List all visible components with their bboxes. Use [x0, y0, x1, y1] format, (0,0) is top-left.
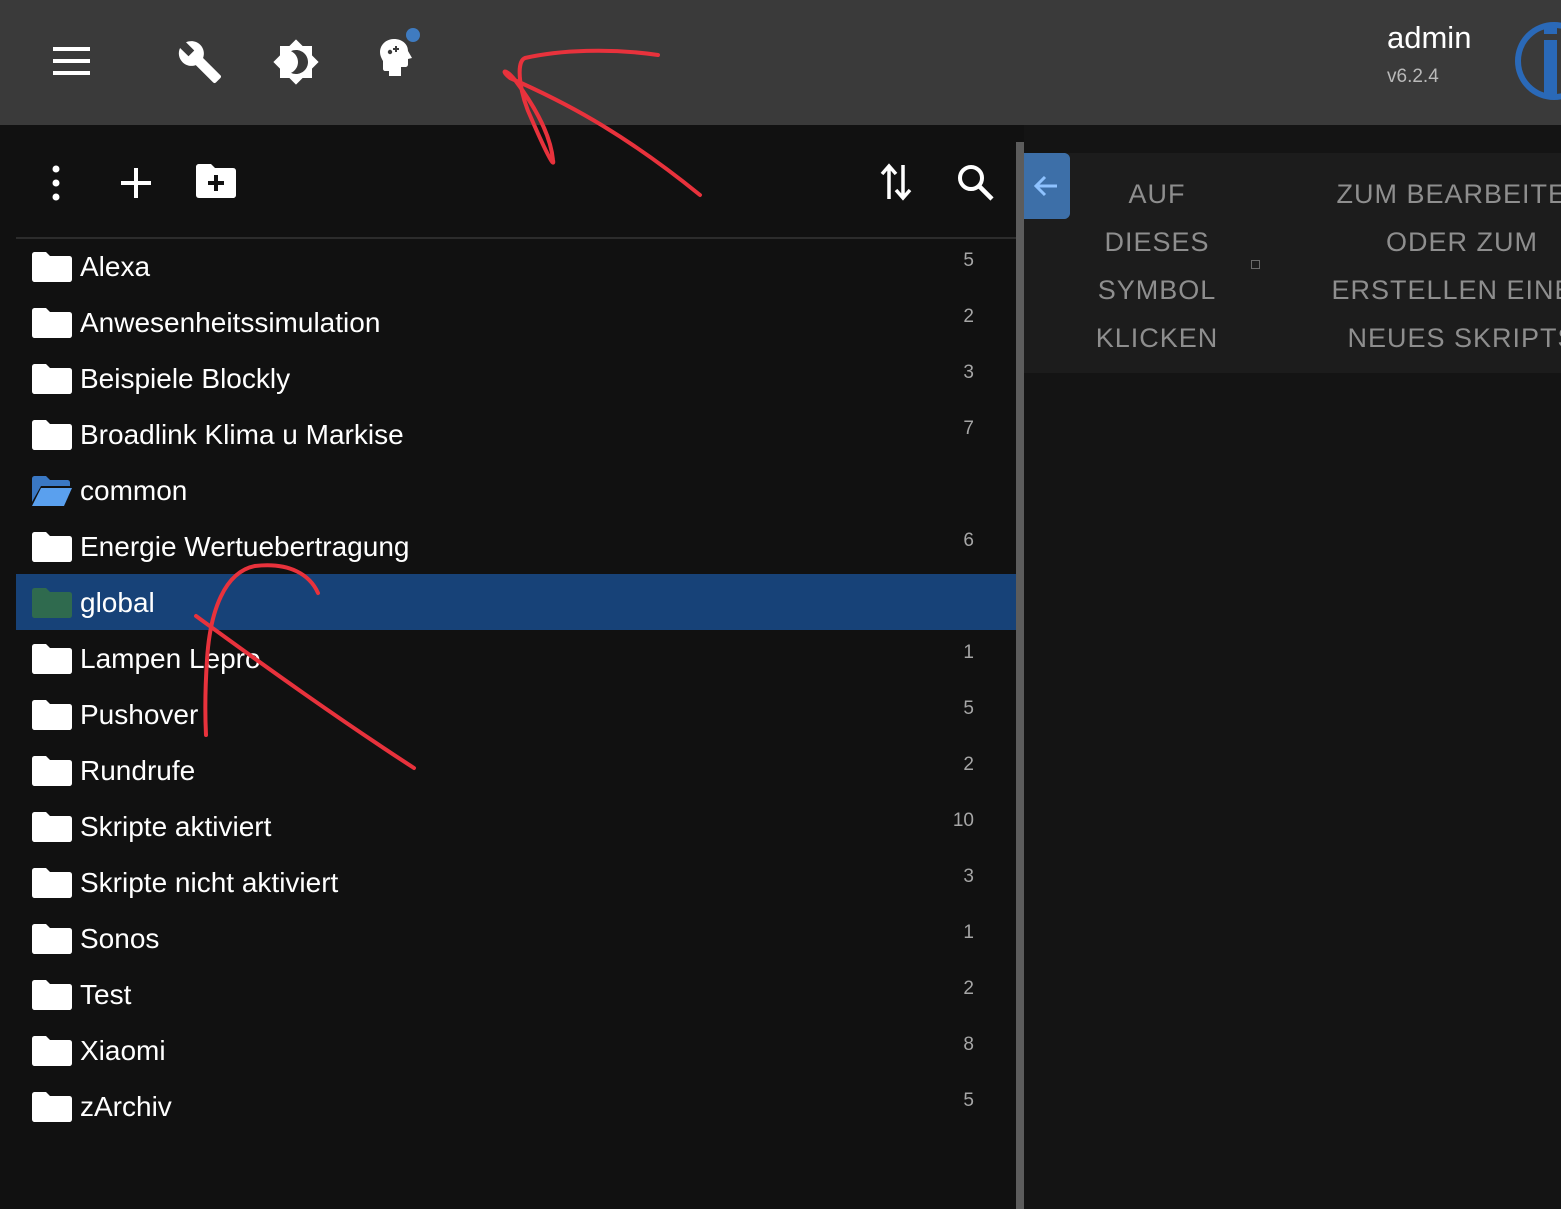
panel-splitter[interactable] — [1016, 142, 1024, 1209]
app-header: admin v6.2.4 — [0, 0, 1561, 125]
add-icon[interactable] — [120, 167, 152, 199]
folder-icon — [32, 588, 72, 623]
folder-row-alexa[interactable]: Alexa 5 — [16, 238, 1016, 294]
folder-count: 2 — [963, 754, 974, 775]
folder-count: 8 — [963, 1034, 974, 1055]
hint-text-right: ZUM BEARBEITEN ODER ZUM ERSTELLEN EINES … — [1302, 170, 1561, 362]
folder-row-sonos[interactable]: Sonos 1 — [16, 910, 1016, 966]
folder-count: 7 — [963, 418, 974, 439]
folder-count: 10 — [952, 810, 974, 831]
folder-icon — [32, 532, 72, 567]
create-folder-icon[interactable] — [194, 163, 238, 199]
folder-name: Broadlink Klima u Markise — [80, 419, 404, 450]
folder-row-pushover[interactable]: Pushover 5 — [16, 686, 1016, 742]
folder-icon — [32, 868, 72, 903]
folder-icon — [32, 924, 72, 959]
folder-name: Sonos — [80, 923, 160, 954]
tree-toolbar — [16, 125, 1016, 239]
folder-row-broadlink-klima-u-markise[interactable]: Broadlink Klima u Markise 7 — [16, 406, 1016, 462]
folder-icon — [32, 980, 72, 1015]
folder-row-test[interactable]: Test 2 — [16, 966, 1016, 1022]
hint-line: ERSTELLEN EINES — [1331, 275, 1561, 305]
folder-row-lampen-lepro[interactable]: Lampen Lepro 1 — [16, 630, 1016, 686]
folder-name: Skripte aktiviert — [80, 811, 272, 842]
folder-count: 2 — [963, 306, 974, 327]
hint-line: KLICKEN — [1095, 323, 1219, 353]
folder-count: 3 — [963, 866, 974, 887]
folder-row-skripte-nicht-aktiviert[interactable]: Skripte nicht aktiviert 3 — [16, 854, 1016, 910]
hint-line: NEUES SKRIPTS — [1347, 323, 1561, 353]
iobroker-logo — [1515, 22, 1561, 100]
folder-row-energie-wertuebertragung[interactable]: Energie Wertuebertragung 6 — [16, 518, 1016, 574]
folder-count: 3 — [963, 362, 974, 383]
folder-row-zarchiv[interactable]: zArchiv 5 — [16, 1078, 1016, 1134]
hint-text-left: AUF DIESES SYMBOL KLICKEN — [1090, 170, 1224, 362]
folder-name: Xiaomi — [80, 1035, 166, 1066]
folder-row-global[interactable]: global — [16, 574, 1016, 630]
folder-icon — [32, 1092, 72, 1127]
folder-count: 2 — [963, 978, 974, 999]
folder-row-skripte-aktiviert[interactable]: Skripte aktiviert 10 — [16, 798, 1016, 854]
hint-line: ZUM BEARBEITEN — [1336, 179, 1561, 209]
back-arrow-icon[interactable] — [1024, 153, 1070, 219]
folder-name: Pushover — [80, 699, 199, 730]
hint-line: AUF — [1128, 179, 1186, 209]
folder-name: Beispiele Blockly — [80, 363, 291, 394]
folder-name: Skripte nicht aktiviert — [80, 867, 339, 898]
hint-bar: AUF DIESES SYMBOL KLICKEN ZUM BEARBEITEN… — [1024, 153, 1561, 373]
hint-line: ODER ZUM — [1386, 227, 1538, 257]
folder-icon — [32, 644, 72, 679]
folder-icon — [32, 756, 72, 791]
folder-icon — [32, 700, 72, 735]
folder-name: Anwesenheitssimulation — [80, 307, 381, 338]
folder-count: 5 — [963, 698, 974, 719]
folder-count: 5 — [963, 1090, 974, 1111]
folder-name: common — [80, 475, 188, 506]
expert-mode-icon[interactable] — [372, 26, 428, 86]
folder-name: Lampen Lepro — [80, 643, 261, 674]
folder-icon — [32, 1036, 72, 1071]
folder-name: Alexa — [80, 251, 151, 282]
folder-icon — [32, 364, 72, 399]
more-vert-icon[interactable] — [50, 165, 62, 201]
folder-name: Energie Wertuebertragung — [80, 531, 410, 562]
folder-count: 1 — [963, 642, 974, 663]
folder-count: 1 — [963, 922, 974, 943]
sort-icon[interactable] — [880, 163, 912, 201]
folder-name: zArchiv — [80, 1091, 172, 1122]
hint-line: SYMBOL — [1097, 275, 1217, 305]
folder-row-anwesenheitssimulation[interactable]: Anwesenheitssimulation 2 — [16, 294, 1016, 350]
folder-count: 5 — [963, 250, 974, 271]
folder-icon — [32, 308, 72, 343]
editor-panel: AUF DIESES SYMBOL KLICKEN ZUM BEARBEITEN… — [1024, 125, 1561, 1209]
folder-count: 6 — [963, 530, 974, 551]
folder-row-xiaomi[interactable]: Xiaomi 8 — [16, 1022, 1016, 1078]
theme-toggle-icon[interactable] — [272, 38, 320, 86]
hint-line: DIESES — [1104, 227, 1210, 257]
wrench-icon[interactable] — [175, 39, 225, 85]
folder-name: Rundrufe — [80, 755, 196, 786]
folder-icon — [32, 420, 72, 455]
search-icon[interactable] — [956, 163, 994, 201]
script-tree-panel: Alexa 5 Anwesenheitssimulation 2 Beispiele B… — [0, 125, 1016, 1209]
folder-icon — [32, 252, 72, 287]
folder-open-icon — [32, 476, 72, 511]
folder-row-rundrufe[interactable]: Rundrufe 2 — [16, 742, 1016, 798]
small-square-icon — [1251, 260, 1260, 269]
menu-icon[interactable] — [52, 46, 92, 76]
version-label: v6.2.4 — [1387, 66, 1439, 87]
folder-icon — [32, 812, 72, 847]
folder-name: global — [80, 587, 155, 618]
folder-name: Test — [80, 979, 132, 1010]
user-name: admin — [1387, 20, 1472, 55]
folder-row-beispiele-blockly[interactable]: Beispiele Blockly 3 — [16, 350, 1016, 406]
folder-row-common[interactable]: common — [16, 462, 1016, 518]
